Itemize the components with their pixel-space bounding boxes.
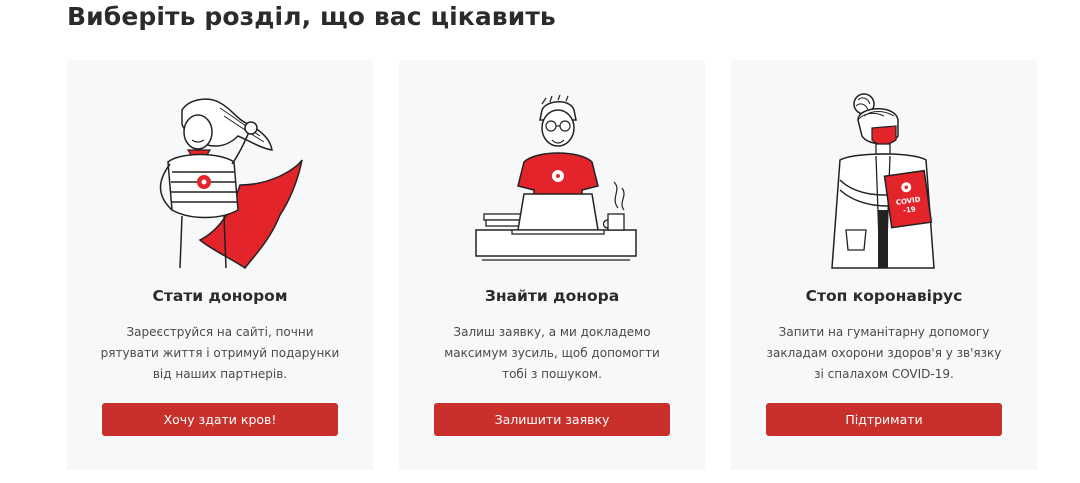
section-cards: Стати донором Зареєструйся на сайті, поч… (67, 60, 1037, 470)
card-stop-coronavirus: COVID -19 Стоп коронавірус Запити на гум… (731, 60, 1037, 470)
card-description: Зареєструйся на сайті, почни рятувати жи… (100, 325, 340, 381)
page-title: Виберіть розділ, що вас цікавить (67, 2, 556, 31)
card-description: Запити на гуманітарну допомогу закладам … (766, 325, 1002, 381)
card-title: Стати донором (152, 287, 288, 305)
card-title: Стоп коронавірус (805, 287, 963, 305)
leave-request-button[interactable]: Залишити заявку (434, 403, 670, 436)
superhero-donor-illustration (67, 90, 373, 270)
card-description: Залиш заявку, а ми докладемо максимум зу… (444, 325, 660, 381)
card-find-donor: Знайти донора Залиш заявку, а ми докладе… (399, 60, 705, 470)
person-at-laptop-illustration (399, 90, 705, 270)
support-button[interactable]: Підтримати (766, 403, 1002, 436)
donate-blood-button[interactable]: Хочу здати кров! (102, 403, 338, 436)
card-become-donor: Стати донором Зареєструйся на сайті, поч… (67, 60, 373, 470)
card-title: Знайти донора (484, 287, 620, 305)
doctor-covid-illustration: COVID -19 (731, 90, 1037, 270)
